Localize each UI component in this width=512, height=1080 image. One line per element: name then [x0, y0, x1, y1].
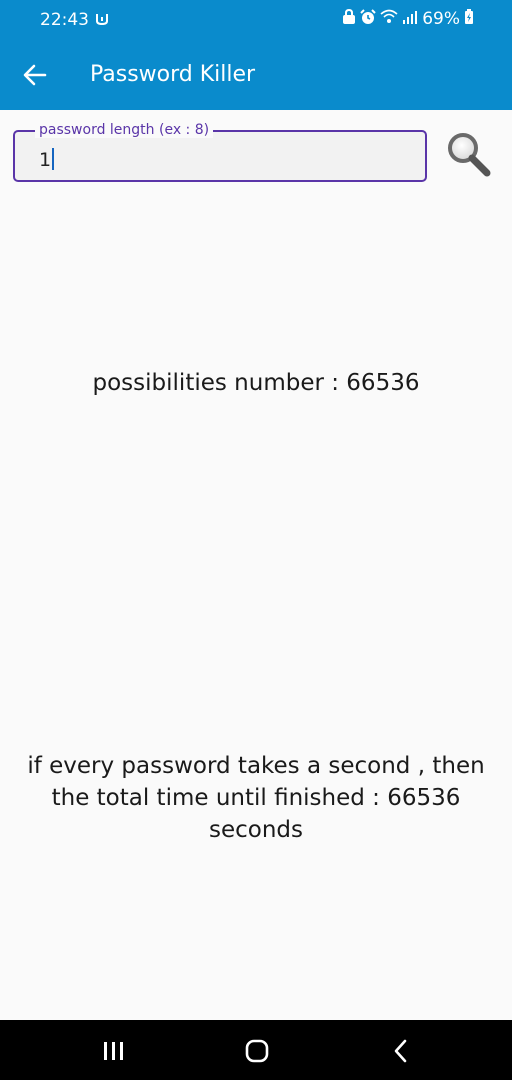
nav-back-button[interactable]	[392, 1039, 410, 1067]
search-icon	[448, 133, 491, 177]
lock-icon	[342, 8, 356, 29]
total-time-text: if every password takes a second , then …	[27, 753, 485, 843]
recents-button[interactable]	[102, 1041, 126, 1065]
battery-percent: 69%	[422, 9, 460, 29]
password-length-value: 1	[39, 149, 52, 171]
search-button[interactable]	[444, 128, 494, 178]
arrow-left-icon	[23, 64, 47, 86]
password-length-input[interactable]: password length (ex : 8) 1	[13, 122, 427, 182]
back-icon	[394, 1039, 407, 1063]
app-bar: Password Killer	[0, 40, 512, 110]
recents-icon	[104, 1042, 123, 1060]
possibilities-text: possibilities number : 66536	[92, 370, 420, 396]
home-icon	[245, 1039, 269, 1063]
mi-icon	[96, 11, 108, 30]
password-length-label: password length (ex : 8)	[35, 122, 214, 138]
navigation-bar	[0, 1020, 512, 1080]
signal-icon	[402, 9, 418, 29]
status-time: 22:43	[40, 10, 89, 30]
text-caret	[52, 148, 55, 170]
wifi-icon	[380, 9, 398, 29]
home-button[interactable]	[245, 1039, 269, 1067]
back-button[interactable]	[18, 60, 52, 90]
page-title: Password Killer	[90, 62, 256, 87]
status-bar: 22:43 69%	[0, 0, 512, 40]
status-icons: 69%	[342, 8, 474, 29]
battery-icon	[464, 9, 474, 29]
alarm-icon	[360, 9, 376, 29]
